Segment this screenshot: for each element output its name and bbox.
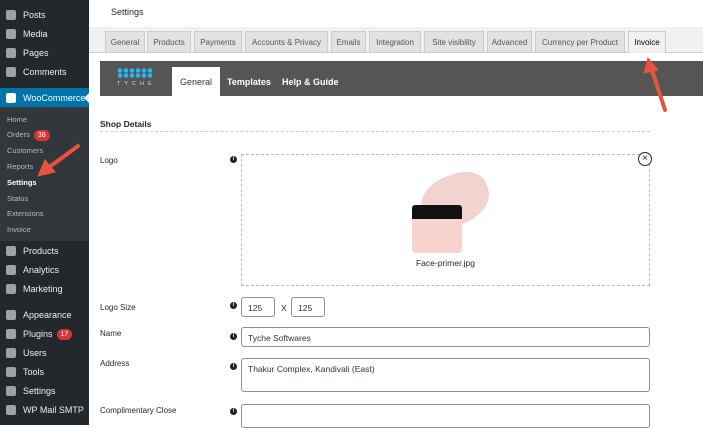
arrow-to-settings: [46, 144, 80, 170]
annotation-arrows: [37, 56, 667, 177]
arrow-to-invoice-tab: [650, 68, 667, 112]
arrow-head: [643, 56, 659, 74]
